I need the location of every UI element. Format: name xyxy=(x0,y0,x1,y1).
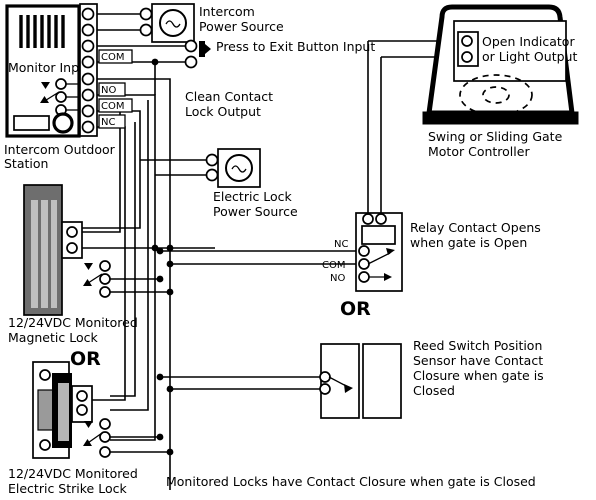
maglock-stripe-3 xyxy=(51,200,57,308)
terminal-7-com[interactable] xyxy=(81,104,95,118)
maglock-stripe-1 xyxy=(31,200,38,308)
strike-screw-bottom xyxy=(39,439,51,451)
call-button[interactable] xyxy=(52,112,74,134)
gate-motor-controller[interactable]: Open Indicator or Light Output xyxy=(422,4,579,125)
relay-terminal-com[interactable] xyxy=(358,258,370,270)
wiring-diagram: Monitor Input Intercom Outdoor Station C… xyxy=(0,0,596,500)
relay-label-nc: NC xyxy=(334,239,348,250)
reed-caption-line1: Reed Switch Position xyxy=(413,338,542,353)
maglock-caption-line2: Magnetic Lock xyxy=(8,330,98,345)
pte-terminal-1[interactable] xyxy=(184,39,198,53)
magnetic-lock[interactable] xyxy=(23,184,111,316)
junction-dot xyxy=(156,373,164,381)
relay-coil-terminal-1[interactable] xyxy=(362,213,374,225)
controller-base xyxy=(422,111,579,125)
diagram-canvas: Monitor Input Intercom Outdoor Station C… xyxy=(4,3,579,496)
or-label-right: OR xyxy=(340,298,371,320)
strike-power-terminal-1[interactable] xyxy=(76,390,88,402)
terminal-1[interactable] xyxy=(81,7,95,21)
relay-coil xyxy=(361,225,396,245)
junction-dot xyxy=(156,247,164,255)
elps-terminal-1[interactable] xyxy=(205,153,219,167)
gate-caption-line2: Motor Controller xyxy=(428,144,530,159)
relay-terminal-nc[interactable] xyxy=(358,245,370,257)
intercom-power-source[interactable] xyxy=(139,3,195,43)
name-plate xyxy=(13,115,50,131)
wire-group-electric-lock-power xyxy=(140,159,212,176)
elps-terminal-2[interactable] xyxy=(205,168,219,182)
electric-strike-lock[interactable] xyxy=(32,361,111,459)
junction-dot xyxy=(166,385,174,393)
intercom-caption-line1: Intercom Outdoor xyxy=(4,142,116,157)
relay-terminal-no[interactable] xyxy=(358,271,370,283)
junction-dot xyxy=(156,275,164,283)
strike-screw-top xyxy=(39,369,51,381)
maglock-caption-line1: 12/24VDC Monitored xyxy=(8,315,138,330)
elps-label-line1: Electric Lock xyxy=(213,189,293,204)
electric-lock-power-source[interactable] xyxy=(205,148,261,188)
terminal-6-no[interactable] xyxy=(81,88,95,102)
ips-terminal-2[interactable] xyxy=(139,23,153,37)
clean-contact-line2: Lock Output xyxy=(185,104,261,119)
strike-keeper xyxy=(58,383,69,441)
footer-note: Monitored Locks have Contact Closure whe… xyxy=(166,474,536,489)
press-to-exit-icon xyxy=(199,41,211,57)
pte-terminal-2[interactable] xyxy=(184,55,198,69)
terminal-label-nc: NC xyxy=(101,117,115,128)
relay-caption-line2: when gate is Open xyxy=(410,235,527,250)
reed-caption-line3: Closure when gate is xyxy=(413,368,544,383)
gate-output-label-line2: or Light Output xyxy=(482,49,577,64)
press-to-exit-label: Press to Exit Button Input xyxy=(216,39,375,54)
relay-label-com: COM xyxy=(322,260,345,271)
maglock-power-terminal-1[interactable] xyxy=(66,226,78,238)
strike-monitor-switch-icon xyxy=(83,418,111,458)
terminal-label-com-upper: COM xyxy=(101,52,124,63)
press-to-exit-input[interactable] xyxy=(184,39,212,69)
relay-label-no: NO xyxy=(330,273,345,284)
ips-terminal-1[interactable] xyxy=(139,7,153,21)
reed-switch-sensor[interactable] xyxy=(319,343,402,419)
wire-group-intercom-power xyxy=(97,13,146,31)
intercom-terminal-strip[interactable]: COM NO COM NC xyxy=(79,3,133,137)
maglock-monitor-switch-icon xyxy=(83,260,111,298)
strike-power-terminal-2[interactable] xyxy=(76,404,88,416)
terminal-4[interactable] xyxy=(81,55,95,69)
gate-output-label-line1: Open Indicator xyxy=(482,34,575,49)
terminal-3[interactable] xyxy=(81,39,95,53)
relay-coil-terminal-2[interactable] xyxy=(375,213,387,225)
junction-dot xyxy=(166,448,174,456)
strike-caption-line2: Electric Strike Lock xyxy=(8,481,127,496)
reed-magnet-body xyxy=(362,343,402,419)
terminal-label-com-lower: COM xyxy=(101,101,124,112)
relay-caption-line1: Relay Contact Opens xyxy=(410,220,541,235)
strike-caption-line1: 12/24VDC Monitored xyxy=(8,466,138,481)
terminal-8-nc[interactable] xyxy=(81,120,95,134)
clean-contact-line1: Clean Contact xyxy=(185,89,273,104)
terminal-label-no: NO xyxy=(101,85,116,96)
controller-terminal-1[interactable] xyxy=(461,35,473,47)
junction-dot xyxy=(166,288,174,296)
reed-terminal-1[interactable] xyxy=(319,371,331,383)
reed-caption-line4: Closed xyxy=(413,383,455,398)
reed-terminal-2[interactable] xyxy=(319,383,331,395)
maglock-power-terminal-2[interactable] xyxy=(66,242,78,254)
junction-dot xyxy=(156,433,164,441)
gate-caption-line1: Swing or Sliding Gate xyxy=(428,129,563,144)
speaker-grille-icon xyxy=(19,15,65,48)
reed-caption-line2: Sensor have Contact xyxy=(413,353,543,368)
intercom-caption-line2: Station xyxy=(4,156,48,171)
or-label-left: OR xyxy=(70,348,101,370)
ips-label-line1: Intercom xyxy=(199,4,255,19)
junction-dot xyxy=(166,260,174,268)
ips-label-line2: Power Source xyxy=(199,19,284,34)
wire-group-reed-switch xyxy=(160,376,321,390)
terminal-5-com[interactable] xyxy=(81,72,95,86)
controller-terminal-2[interactable] xyxy=(461,51,473,63)
terminal-2[interactable] xyxy=(81,23,95,37)
elps-label-line2: Power Source xyxy=(213,204,298,219)
junction-dot xyxy=(166,244,174,252)
maglock-stripe-2 xyxy=(41,200,48,308)
junction-dot xyxy=(151,58,159,66)
relay-contact-box[interactable]: NC COM NO xyxy=(322,212,403,292)
